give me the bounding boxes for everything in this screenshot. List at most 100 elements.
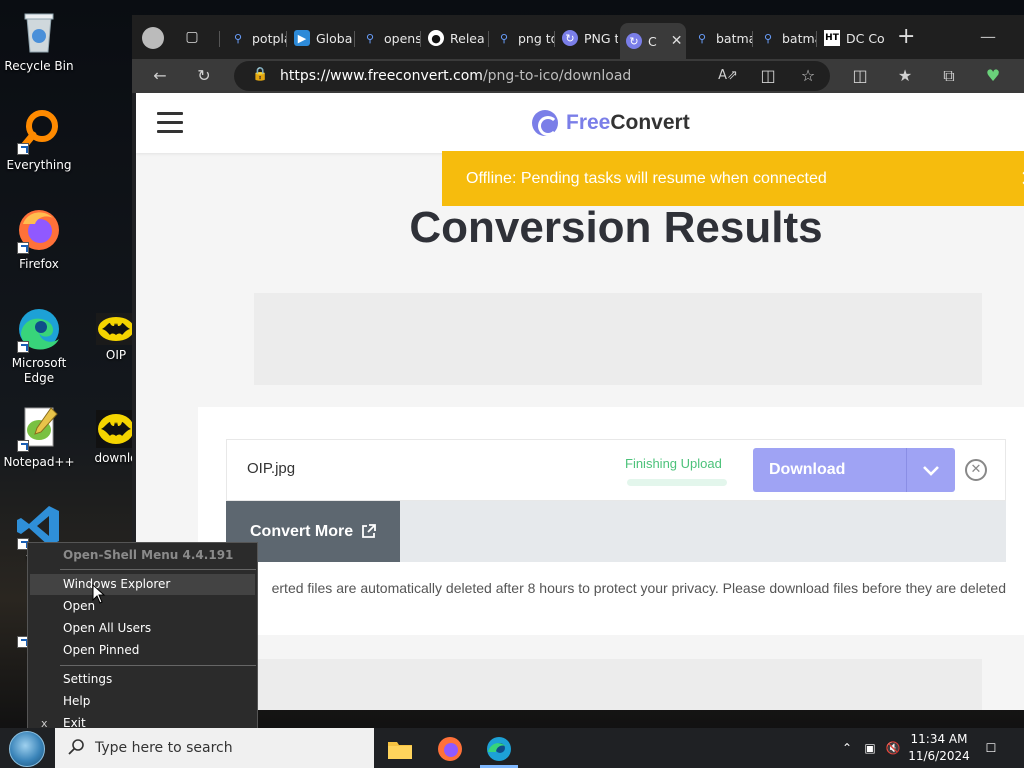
notifications-icon[interactable]: ☐ <box>982 740 1000 756</box>
recycle-bin-shortcut[interactable]: Recycle Bin <box>2 8 76 74</box>
chevron-up-icon[interactable]: ⌃ <box>838 740 856 756</box>
menu-item-help[interactable]: Help <box>30 691 255 712</box>
desktop-icon-label: Recycle Bin <box>4 59 74 73</box>
edge-icon <box>15 305 63 353</box>
tab-dc-comics[interactable]: HT DC Co <box>818 25 886 51</box>
back-arrow-icon[interactable]: ← <box>150 67 170 85</box>
github-icon: ● <box>428 30 444 46</box>
tab-global[interactable]: ▶ Globa <box>288 25 354 51</box>
profile-avatar-icon[interactable] <box>142 27 164 49</box>
tab-separator <box>752 31 753 47</box>
tab-actions-icon[interactable]: ▢ <box>184 29 200 45</box>
tab-title: batma <box>716 30 752 46</box>
navigation-toolbar: ← ↻ 🔒 https://www.freeconvert.com/png-to… <box>132 59 1024 93</box>
privacy-note: erted files are automatically deleted af… <box>271 580 1006 596</box>
desktop-icon-label: Microsoft Edge <box>11 356 67 385</box>
tab-batman-search[interactable]: ⚲ batma <box>688 25 752 51</box>
conversion-result-card: OIP.jpg Finishing Upload Download ✕ Conv… <box>198 407 1024 635</box>
menu-item-open[interactable]: Open <box>30 596 255 617</box>
batman-image-icon <box>96 313 136 345</box>
external-link-icon <box>362 524 377 538</box>
download-label: Download <box>769 461 846 478</box>
tab-close-icon[interactable]: ✕ <box>671 33 683 49</box>
offline-message: Offline: Pending tasks will resume when … <box>466 169 827 187</box>
firefox-shortcut[interactable]: Firefox <box>2 206 76 272</box>
firefox-icon <box>15 206 63 254</box>
search-icon: ⚲ <box>499 31 509 45</box>
tab-releases[interactable]: ● Relea <box>422 25 488 51</box>
minimize-button[interactable]: — <box>980 27 996 46</box>
tab-title: batma <box>782 30 816 46</box>
remove-file-icon[interactable]: ✕ <box>965 459 987 481</box>
tab-batman-search-2[interactable]: ⚲ batma <box>754 25 816 51</box>
taskbar: Type here to search ⌃ ▣ 🔇 11:34 AM 11/6/… <box>0 728 1024 768</box>
tab-separator <box>219 31 220 47</box>
favorites-icon[interactable]: ★ <box>895 67 915 85</box>
file-name: OIP.jpg <box>247 460 296 477</box>
notepadpp-shortcut[interactable]: Notepad++ <box>2 404 76 470</box>
recycle-bin-icon <box>15 8 63 56</box>
lock-icon: 🔒 <box>252 67 269 82</box>
freeconvert-icon: ↻ <box>562 30 578 46</box>
edge-icon[interactable] <box>484 734 514 764</box>
ht-icon: HT <box>824 30 840 46</box>
hamburger-menu-icon[interactable] <box>157 112 183 134</box>
close-icon[interactable]: ✕ <box>1016 166 1024 192</box>
tab-title: PNG t <box>584 30 618 46</box>
tab-freeconvert-active[interactable]: ↻ C ✕ <box>620 23 686 59</box>
clock-date: 11/6/2024 <box>908 749 970 763</box>
menu-separator <box>60 665 256 666</box>
convert-more-row: Convert More <box>226 501 1006 562</box>
edge-shortcut[interactable]: Microsoft Edge <box>2 305 76 386</box>
upload-progress-bar <box>627 479 727 486</box>
download-button[interactable]: Download <box>753 448 955 492</box>
tab-separator <box>420 31 421 47</box>
freeconvert-logo-icon <box>532 110 558 136</box>
freeconvert-logo[interactable]: FreeConvert <box>532 110 690 136</box>
everything-shortcut[interactable]: Everything <box>2 107 76 173</box>
tab-png-to-ico[interactable]: ↻ PNG t <box>556 25 618 51</box>
menu-item-settings[interactable]: Settings <box>30 669 255 690</box>
menu-separator <box>60 569 256 570</box>
refresh-icon[interactable]: ↻ <box>194 67 214 85</box>
notepadpp-icon <box>15 404 63 452</box>
url-path: /png-to-ico/download <box>482 68 632 84</box>
taskbar-search-box[interactable]: Type here to search <box>55 728 374 768</box>
browser-essentials-icon[interactable]: ♥ <box>983 67 1003 85</box>
menu-item-open-all-users[interactable]: Open All Users <box>30 618 255 639</box>
firefox-icon[interactable] <box>435 734 465 764</box>
search-icon: ⚲ <box>233 31 243 45</box>
address-bar[interactable]: 🔒 https://www.freeconvert.com/png-to-ico… <box>234 61 830 91</box>
split-screen-icon[interactable]: ◫ <box>850 67 870 85</box>
mouse-cursor-icon <box>92 584 106 604</box>
read-aloud-icon[interactable]: A⇗ <box>718 67 738 85</box>
ad-placeholder <box>254 293 982 385</box>
tab-separator <box>554 31 555 47</box>
tab-title: png to <box>518 30 554 46</box>
collections-icon[interactable]: ⧉ <box>939 67 959 85</box>
tab-openshell-search[interactable]: ⚲ opens <box>356 25 420 51</box>
tab-title: Globa <box>316 30 353 46</box>
tab-separator <box>286 31 287 47</box>
site-header: FreeConvert <box>136 93 1024 153</box>
chevron-down-icon[interactable] <box>921 460 941 480</box>
search-icon: ⚲ <box>365 31 375 45</box>
network-icon[interactable]: ▣ <box>861 740 879 756</box>
file-explorer-icon[interactable] <box>385 734 415 764</box>
tab-png-to-search[interactable]: ⚲ png to <box>490 25 554 51</box>
system-clock[interactable]: 11:34 AM 11/6/2024 <box>904 731 974 765</box>
tab-title: potpla <box>252 30 286 46</box>
favorite-star-icon[interactable]: ☆ <box>798 67 818 85</box>
menu-item-windows-explorer[interactable]: Windows Explorer <box>30 574 255 595</box>
tab-separator <box>816 31 817 47</box>
everything-icon <box>15 107 63 155</box>
menu-item-open-pinned[interactable]: Open Pinned <box>30 640 255 661</box>
convert-more-label: Convert More <box>250 522 354 540</box>
start-button[interactable] <box>9 731 45 767</box>
volume-muted-icon[interactable]: 🔇 <box>884 740 902 756</box>
tab-potplayer[interactable]: ⚲ potpla <box>224 25 286 51</box>
tab-separator <box>354 31 355 47</box>
new-tab-button[interactable]: + <box>897 25 915 49</box>
immersive-reader-icon[interactable]: ◫ <box>758 67 778 85</box>
ad-placeholder-bottom <box>254 659 982 710</box>
